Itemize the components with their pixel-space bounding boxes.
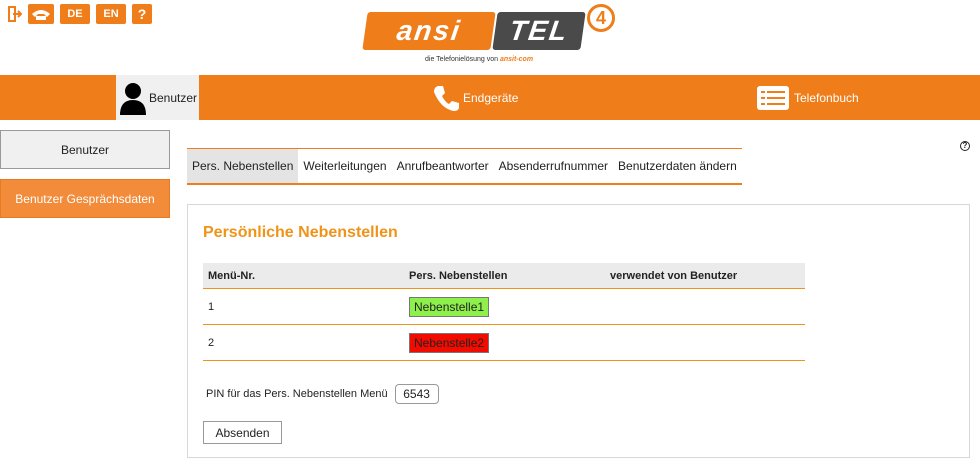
cell-menu-nr: 1 [208, 300, 215, 313]
tab-absenderrufnummer[interactable]: Absenderrufnummer [493, 148, 614, 183]
tab-weiterleitungen[interactable]: Weiterleitungen [298, 148, 392, 183]
content-panel: Persönliche Nebenstellen Menü-Nr. Pers. … [187, 204, 970, 458]
extension-badge[interactable]: Nebenstelle1 [409, 296, 490, 317]
extension-badge[interactable]: Nebenstelle2 [409, 332, 490, 353]
sidebar-item-benutzer[interactable]: Benutzer [0, 130, 170, 169]
column-header-menu-nr: Menü-Nr. [208, 269, 256, 282]
main-nav: Benutzer Endgeräte Telefonbuch [0, 75, 980, 120]
logo-ansi-text: ansi [362, 12, 496, 50]
page-title: Persönliche Nebenstellen [203, 224, 398, 241]
logo-tagline: die Telefonielösung von ansit-com [425, 56, 534, 63]
exit-icon[interactable] [8, 4, 22, 24]
phone-hangup-icon[interactable] [28, 4, 54, 24]
help-top-icon[interactable]: ? [132, 4, 152, 24]
column-header-verwendet-von: verwendet von Benutzer [610, 269, 738, 282]
sub-tabs: Pers. Nebenstellen Weiterleitungen Anruf… [187, 148, 742, 185]
submit-button[interactable]: Absenden [203, 421, 282, 444]
help-icon[interactable]: ? [960, 141, 970, 151]
phone-icon [434, 85, 459, 111]
nav-endgeraete-label: Endgeräte [463, 90, 519, 105]
logo-tel-text: TEL [492, 12, 586, 50]
pin-label: PIN für das Pers. Nebenstellen Menü [206, 388, 388, 400]
lang-en-button[interactable]: EN [96, 4, 126, 24]
tab-pers-nebenstellen[interactable]: Pers. Nebenstellen [187, 148, 299, 183]
pin-input[interactable]: 6543 [394, 384, 439, 404]
table-header: Menü-Nr. Pers. Nebenstellen verwendet vo… [203, 263, 805, 289]
table-row: 1 Nebenstelle1 [203, 289, 805, 325]
nav-endgeraete[interactable]: Endgeräte [432, 75, 518, 120]
sidebar-item-gespraechsdaten[interactable]: Benutzer Gesprächsdaten [0, 179, 170, 218]
nav-telefonbuch-label: Telefonbuch [794, 90, 859, 105]
nav-benutzer[interactable]: Benutzer [116, 75, 199, 120]
phonebook-icon [757, 85, 789, 110]
lang-de-button[interactable]: DE [60, 4, 90, 24]
top-icon-bar: DE EN ? [8, 4, 152, 24]
logo-version-badge: 4 [587, 4, 615, 32]
user-icon [120, 82, 146, 115]
extensions-table: Menü-Nr. Pers. Nebenstellen verwendet vo… [203, 263, 805, 361]
table-row: 2 Nebenstelle2 [203, 325, 805, 361]
nav-telefonbuch[interactable]: Telefonbuch [756, 75, 859, 120]
tab-anrufbeantworter[interactable]: Anrufbeantworter [391, 148, 494, 183]
pin-row: PIN für das Pers. Nebenstellen Menü 6543 [206, 384, 439, 404]
nav-benutzer-label: Benutzer [149, 90, 198, 105]
tab-benutzerdaten-aendern[interactable]: Benutzerdaten ändern [613, 148, 742, 183]
ansitel-logo: ansi TEL 4 die Telefonielösung von ansit… [362, 4, 625, 68]
column-header-pers-nebenstellen: Pers. Nebenstellen [409, 269, 508, 282]
cell-menu-nr: 2 [208, 336, 215, 349]
